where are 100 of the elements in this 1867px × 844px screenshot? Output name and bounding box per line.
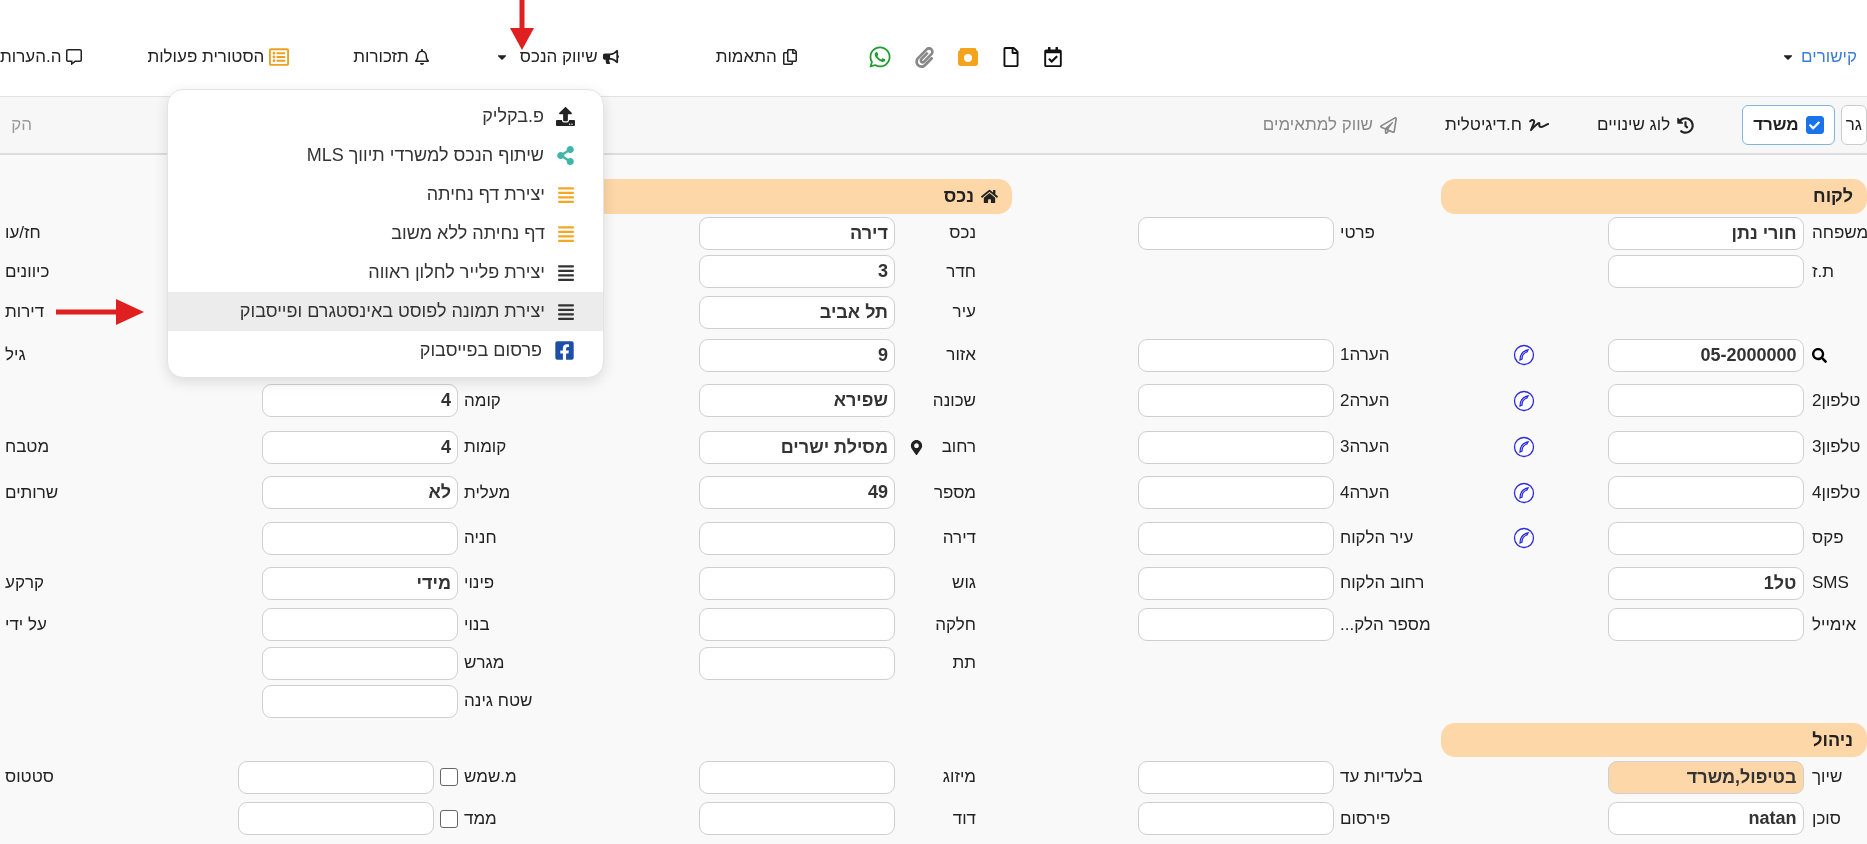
text-field[interactable]	[1137, 338, 1334, 372]
text-field[interactable]: דירה	[699, 216, 895, 250]
field-label: מטבח	[5, 437, 50, 457]
field-label: טלפון2	[1812, 390, 1861, 411]
phone-icon[interactable]	[1513, 436, 1535, 458]
text-field[interactable]	[1607, 608, 1804, 641]
text-field[interactable]	[1607, 430, 1804, 464]
text-field[interactable]	[699, 646, 895, 680]
text-field[interactable]	[1137, 216, 1334, 250]
whatsapp-icon[interactable]	[867, 45, 892, 69]
toolbar-button[interactable]: ח.דיגיטלית	[1445, 105, 1549, 145]
text-field[interactable]: 05-2000000	[1607, 338, 1804, 372]
field-label: שטח גינה	[464, 691, 533, 711]
search-icon[interactable]	[1812, 347, 1827, 363]
text-field[interactable]	[1137, 430, 1334, 464]
text-field[interactable]	[1137, 608, 1334, 641]
text-field[interactable]: מסילת ישרים	[699, 430, 895, 464]
field-label: קומות	[464, 437, 507, 457]
text-field[interactable]: בטיפול,משרד	[1607, 760, 1804, 794]
toolbar-button[interactable]: גר	[1840, 105, 1867, 145]
text-field[interactable]	[262, 521, 458, 555]
text-field[interactable]	[1607, 255, 1804, 288]
text-field[interactable]: חורי נתן	[1607, 216, 1804, 250]
text-field[interactable]: natan	[1607, 802, 1804, 835]
text-field[interactable]	[262, 646, 458, 680]
facebook-icon	[554, 340, 575, 361]
text-field[interactable]	[1607, 521, 1804, 555]
phone-icon[interactable]	[1513, 527, 1535, 549]
field-label: קרקע	[5, 573, 45, 593]
menu-item[interactable]: שיתוף הנכס למשרדי תיווך MLS	[168, 136, 603, 175]
field-label: הערה2	[1340, 390, 1390, 411]
field-label: אזור	[946, 345, 976, 365]
text-field[interactable]	[1137, 521, 1334, 555]
toolbar-action[interactable]: התאמות	[715, 47, 798, 67]
lines-icon	[557, 224, 575, 243]
toolbar-action[interactable]: הסטורית פעולות	[147, 47, 290, 67]
phone-icon[interactable]	[1513, 389, 1535, 412]
text-field[interactable]: לא	[262, 476, 458, 509]
text-field[interactable]	[1607, 476, 1804, 509]
field-label: גוש	[952, 573, 976, 593]
text-field[interactable]: מידי	[262, 566, 458, 600]
search-field[interactable]: הק	[0, 115, 36, 135]
paperclip-icon[interactable]	[913, 46, 935, 68]
text-field[interactable]	[699, 608, 895, 641]
text-field[interactable]	[699, 521, 895, 555]
text-field[interactable]: שפירא	[699, 384, 895, 417]
text-field[interactable]: 9	[699, 338, 895, 372]
menu-item[interactable]: דף נחיתה ללא משוב	[168, 214, 603, 253]
links-menu[interactable]: קישורים	[1781, 47, 1857, 67]
field-label: בלעדיות עד	[1340, 767, 1423, 787]
menu-item[interactable]: יצירת תמונה לפוסט באינסטגרם ופייסבוק	[168, 292, 603, 331]
text-field[interactable]: 49	[699, 476, 895, 509]
field-label: הערה1	[1340, 345, 1390, 365]
text-field[interactable]	[1137, 566, 1334, 600]
toolbar-button[interactable]: משרד	[1742, 105, 1835, 145]
text-field[interactable]: 3	[699, 255, 895, 288]
phone-icon[interactable]	[1513, 344, 1535, 366]
text-field[interactable]	[699, 760, 895, 794]
toolbar-button[interactable]: לוג שינויים	[1596, 105, 1695, 145]
share-icon	[556, 146, 575, 165]
toolbar-action[interactable]: שיווק הנכס	[494, 47, 619, 67]
text-field[interactable]	[1137, 476, 1334, 509]
checkbox[interactable]	[440, 768, 458, 786]
text-field[interactable]	[699, 566, 895, 600]
text-field[interactable]	[262, 608, 458, 641]
text-field[interactable]: 4	[262, 384, 458, 417]
toolbar-action[interactable]: ה.הערות	[0, 47, 83, 67]
toolbar-action[interactable]: תזכורות	[353, 47, 430, 67]
lines-icon	[557, 263, 575, 282]
menu-item[interactable]: יצירת פלייר לחלון ראווה	[168, 253, 603, 292]
text-field[interactable]	[1137, 802, 1334, 835]
upload-icon	[556, 107, 575, 126]
history-icon	[1677, 116, 1695, 134]
text-field[interactable]: 4	[262, 430, 458, 464]
bell-icon	[413, 49, 430, 65]
text-field[interactable]	[262, 684, 458, 718]
copy-icon	[781, 49, 798, 65]
field-label: סוכן	[1812, 808, 1841, 829]
text-field[interactable]: טל1	[1607, 566, 1804, 600]
field-label: רחוב הלקוח	[1340, 573, 1425, 593]
checkbox[interactable]	[1805, 116, 1824, 134]
field-label: פירסום	[1340, 808, 1391, 829]
text-field[interactable]	[1137, 384, 1334, 417]
text-field[interactable]	[699, 802, 895, 835]
field-label: כיוונים	[5, 261, 50, 282]
field-label: פקס	[1812, 528, 1844, 548]
text-field[interactable]	[238, 760, 434, 794]
phone-icon[interactable]	[1513, 481, 1535, 504]
archive-box-icon[interactable]	[956, 47, 979, 67]
field-label: הערה3	[1340, 437, 1390, 457]
menu-item[interactable]: פ.בקליק	[168, 97, 603, 136]
field-label: דירות	[5, 302, 45, 322]
text-field[interactable]	[1137, 760, 1334, 794]
text-field[interactable]	[1607, 384, 1804, 417]
text-field[interactable]	[238, 802, 434, 835]
text-field[interactable]: תל אביב	[699, 295, 895, 329]
checkbox[interactable]	[440, 809, 458, 828]
map-pin-icon[interactable]	[908, 439, 924, 455]
calendar-check-icon[interactable]	[1042, 47, 1063, 67]
menu-item[interactable]: פרסום בפייסבוק	[168, 331, 603, 370]
